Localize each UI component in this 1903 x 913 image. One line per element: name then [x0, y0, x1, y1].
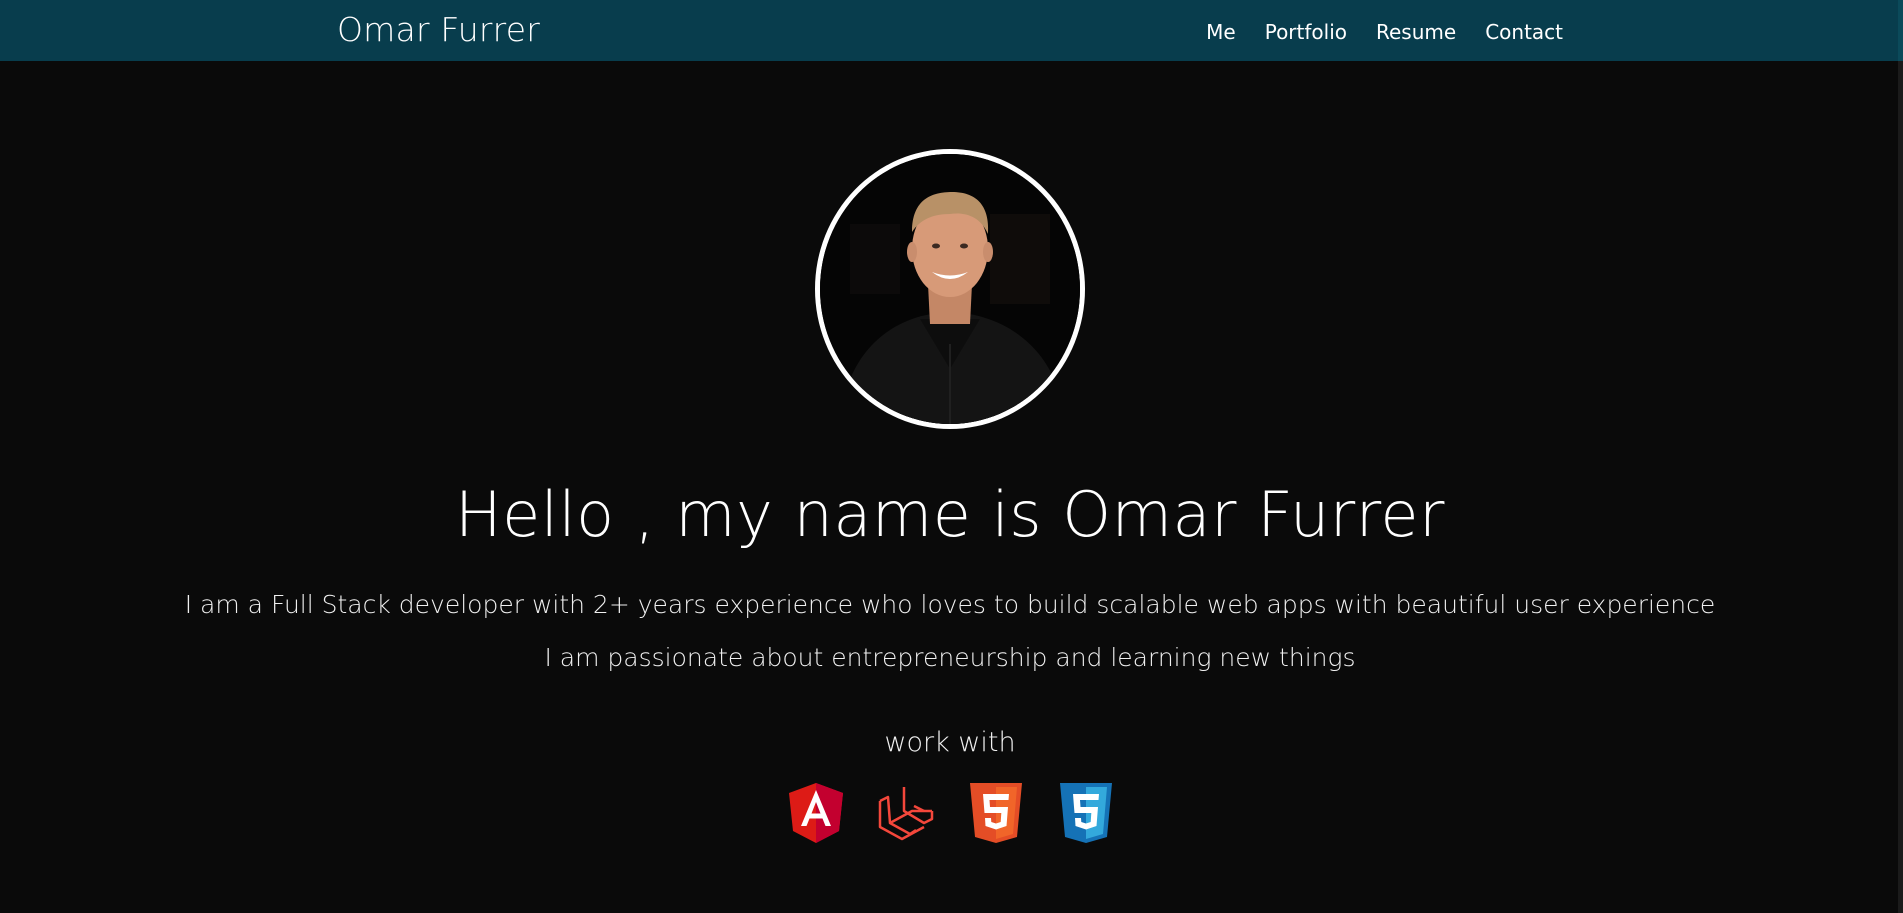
angular-icon — [786, 781, 846, 845]
profile-avatar — [815, 149, 1085, 429]
profile-photo — [820, 154, 1080, 424]
nav-links: Me Portfolio Resume Contact — [1206, 20, 1563, 44]
vertical-scrollbar[interactable] — [1898, 0, 1903, 913]
nav-link-me[interactable]: Me — [1206, 20, 1236, 44]
intro-line-passion: I am passionate about entrepreneurship a… — [544, 643, 1356, 672]
nav-link-resume[interactable]: Resume — [1376, 20, 1456, 44]
laravel-icon — [876, 781, 936, 845]
hero-headline: Hello , my name is Omar Furrer — [454, 478, 1446, 551]
brand-logo-link[interactable]: Omar Furrer — [337, 10, 540, 49]
nav-link-contact[interactable]: Contact — [1485, 20, 1563, 44]
page: Omar Furrer Me Portfolio Resume Contact — [0, 0, 1903, 913]
nav-link-portfolio[interactable]: Portfolio — [1265, 20, 1347, 44]
technology-icons — [786, 781, 1116, 845]
next-section-heading-partial — [0, 896, 1900, 913]
scrollbar-thumb[interactable] — [1898, 0, 1903, 61]
html5-icon — [966, 781, 1026, 845]
intro-line-experience: I am a Full Stack developer with 2+ year… — [184, 590, 1716, 619]
work-with-label: work with — [884, 727, 1016, 758]
top-navbar: Omar Furrer Me Portfolio Resume Contact — [0, 0, 1903, 61]
css3-icon — [1056, 781, 1116, 845]
